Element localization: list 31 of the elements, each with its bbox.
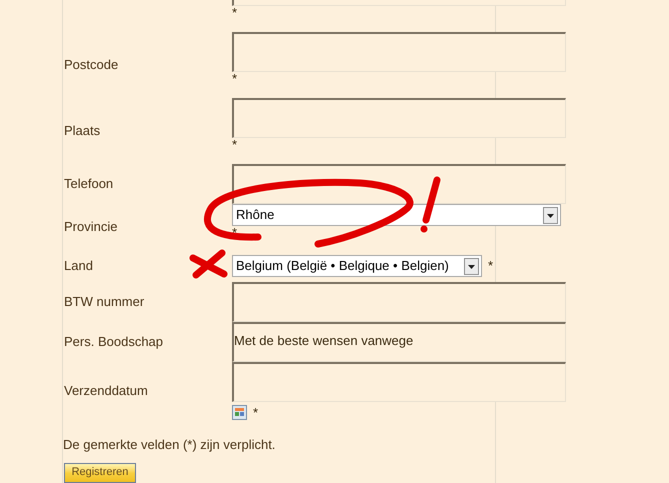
text-field[interactable]	[232, 282, 566, 322]
caret-icon	[543, 206, 558, 224]
exclamation-mark-drawing	[420, 176, 440, 232]
required-mark: *	[253, 406, 258, 418]
dropdown-value: Rhône	[236, 206, 276, 224]
register-button[interactable]: Registreren	[64, 462, 136, 482]
field-value: Met de beste wensen vanwege	[234, 333, 414, 348]
field-label: Pers. Boodschap	[64, 334, 164, 349]
required-note: De gemerkte velden (*) zijn verplicht.	[63, 436, 276, 454]
text-field[interactable]	[232, 32, 566, 72]
text-field[interactable]: Met de beste wensen vanwege	[232, 322, 566, 362]
required-mark: *	[488, 258, 494, 273]
dropdown[interactable]: Rhône	[232, 204, 561, 226]
calendar-icon[interactable]	[232, 404, 247, 420]
text-field[interactable]	[232, 362, 566, 402]
field-label: Telefoon	[64, 176, 114, 191]
field-label: Land	[64, 258, 93, 273]
required-mark: *	[232, 138, 238, 151]
required-mark: *	[232, 6, 238, 19]
field-label: Plaats	[64, 123, 100, 138]
caret-icon	[464, 258, 479, 274]
dropdown-value: Belgium (België • Belgique • Belgien)	[236, 257, 450, 276]
field-label: BTW nummer	[64, 294, 144, 309]
required-mark: *	[232, 226, 238, 239]
text-field[interactable]	[232, 98, 566, 138]
cross-drawing	[190, 250, 228, 278]
field-label: Verzenddatum	[64, 383, 148, 398]
field-label: Postcode	[64, 57, 118, 72]
dropdown[interactable]: Belgium (België • Belgique • Belgien)	[232, 255, 482, 277]
field-label: Provincie	[64, 219, 118, 234]
required-mark: *	[232, 72, 238, 85]
